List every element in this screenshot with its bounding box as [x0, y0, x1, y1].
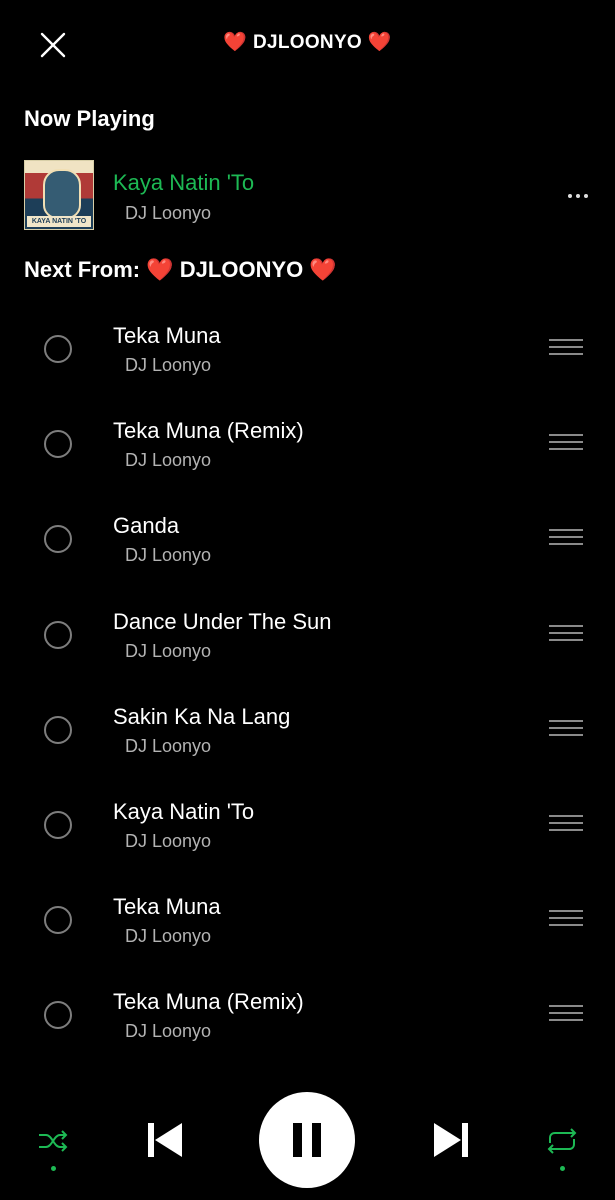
previous-button[interactable]: [145, 1120, 185, 1160]
select-checkbox[interactable]: [44, 906, 72, 935]
queue-row[interactable]: Teka Muna (Remix) DJ Loonyo: [0, 400, 615, 495]
heart-icon: ❤️: [367, 32, 392, 53]
now-playing-title: Kaya Natin 'To: [113, 170, 255, 195]
heart-icon: ❤️: [309, 257, 337, 282]
track-artist: DJ Loonyo: [125, 830, 212, 851]
select-checkbox[interactable]: [44, 620, 72, 649]
shuffle-button[interactable]: [36, 1126, 70, 1156]
track-title: Teka Muna (Remix): [113, 418, 304, 444]
track-artist: DJ Loonyo: [125, 1021, 212, 1042]
queue-row[interactable]: Kaya Natin 'To DJ Loonyo: [0, 781, 615, 876]
track-title: Teka Muna (Remix): [113, 989, 304, 1015]
track-artist: DJ Loonyo: [125, 926, 212, 947]
track-artist: DJ Loonyo: [125, 545, 212, 566]
drag-handle-icon[interactable]: [549, 814, 583, 835]
drag-handle-icon[interactable]: [549, 339, 583, 359]
pause-icon: [293, 1123, 321, 1157]
next-button[interactable]: [431, 1120, 471, 1160]
now-playing-track[interactable]: KAYA NATIN 'TO Kaya Natin 'To DJ Loonyo: [0, 158, 615, 234]
shuffle-icon: [39, 1130, 68, 1152]
repeat-icon: [547, 1128, 577, 1154]
top-bar: ❤️ DJLOONYO ❤️: [0, 0, 615, 90]
album-cover: KAYA NATIN 'TO: [24, 160, 94, 230]
drag-handle-icon[interactable]: [549, 434, 583, 454]
track-title: Ganda: [113, 513, 180, 539]
repeat-active-indicator: [560, 1166, 565, 1171]
cover-caption: KAYA NATIN 'TO: [27, 216, 91, 227]
select-checkbox[interactable]: [44, 1001, 72, 1030]
queue-row[interactable]: Teka Muna DJ Loonyo: [0, 305, 615, 400]
drag-handle-icon[interactable]: [549, 719, 583, 740]
track-title: Teka Muna: [113, 323, 221, 348]
select-checkbox[interactable]: [44, 810, 72, 839]
select-checkbox[interactable]: [44, 335, 72, 363]
select-checkbox[interactable]: [44, 430, 72, 459]
heart-icon: ❤️: [223, 32, 248, 53]
track-title: Dance Under The Sun: [113, 608, 332, 634]
track-title: Sakin Ka Na Lang: [113, 703, 291, 729]
shuffle-active-indicator: [51, 1166, 56, 1171]
skip-next-icon: [434, 1123, 468, 1157]
track-artist: DJ Loonyo: [125, 735, 212, 756]
track-title: Kaya Natin 'To: [113, 798, 255, 824]
queue-row[interactable]: Sakin Ka Na Lang DJ Loonyo: [0, 686, 615, 781]
next-from-heading: Next From: ❤️ DJLOONYO ❤️: [24, 257, 337, 283]
next-from-playlist: DJLOONYO: [179, 257, 304, 282]
drag-handle-icon[interactable]: [549, 529, 583, 549]
more-options-icon: [568, 194, 588, 198]
pause-button[interactable]: [259, 1092, 355, 1188]
now-playing-artist: DJ Loonyo: [125, 203, 212, 223]
drag-handle-icon[interactable]: [549, 910, 583, 930]
drag-handle-icon[interactable]: [549, 1005, 583, 1025]
now-playing-heading: Now Playing: [24, 106, 155, 131]
track-artist: DJ Loonyo: [125, 355, 212, 375]
cover-portrait: [43, 169, 81, 219]
select-checkbox[interactable]: [44, 525, 72, 554]
playback-controls: [0, 1090, 615, 1190]
track-artist: DJ Loonyo: [125, 640, 212, 661]
select-checkbox[interactable]: [44, 715, 72, 744]
repeat-button[interactable]: [544, 1126, 580, 1156]
track-artist: DJ Loonyo: [125, 450, 212, 471]
drag-handle-icon[interactable]: [549, 624, 583, 645]
heart-icon: ❤️: [146, 257, 174, 282]
track-title: Teka Muna: [113, 894, 221, 920]
queue-list: Teka Muna DJ Loonyo Teka Muna (Remix) DJ…: [0, 305, 615, 1067]
queue-row[interactable]: Ganda DJ Loonyo: [0, 495, 615, 590]
queue-row[interactable]: Teka Muna (Remix) DJ Loonyo: [0, 971, 615, 1066]
playlist-title: ❤️ DJLOONYO ❤️: [0, 30, 615, 54]
next-from-label: Next From:: [24, 257, 141, 282]
skip-previous-icon: [148, 1123, 182, 1157]
queue-row[interactable]: Dance Under The Sun DJ Loonyo: [0, 591, 615, 686]
queue-row[interactable]: Teka Muna DJ Loonyo: [0, 876, 615, 971]
playlist-title-text: DJLOONYO: [252, 32, 363, 53]
more-options-button[interactable]: [560, 184, 596, 208]
